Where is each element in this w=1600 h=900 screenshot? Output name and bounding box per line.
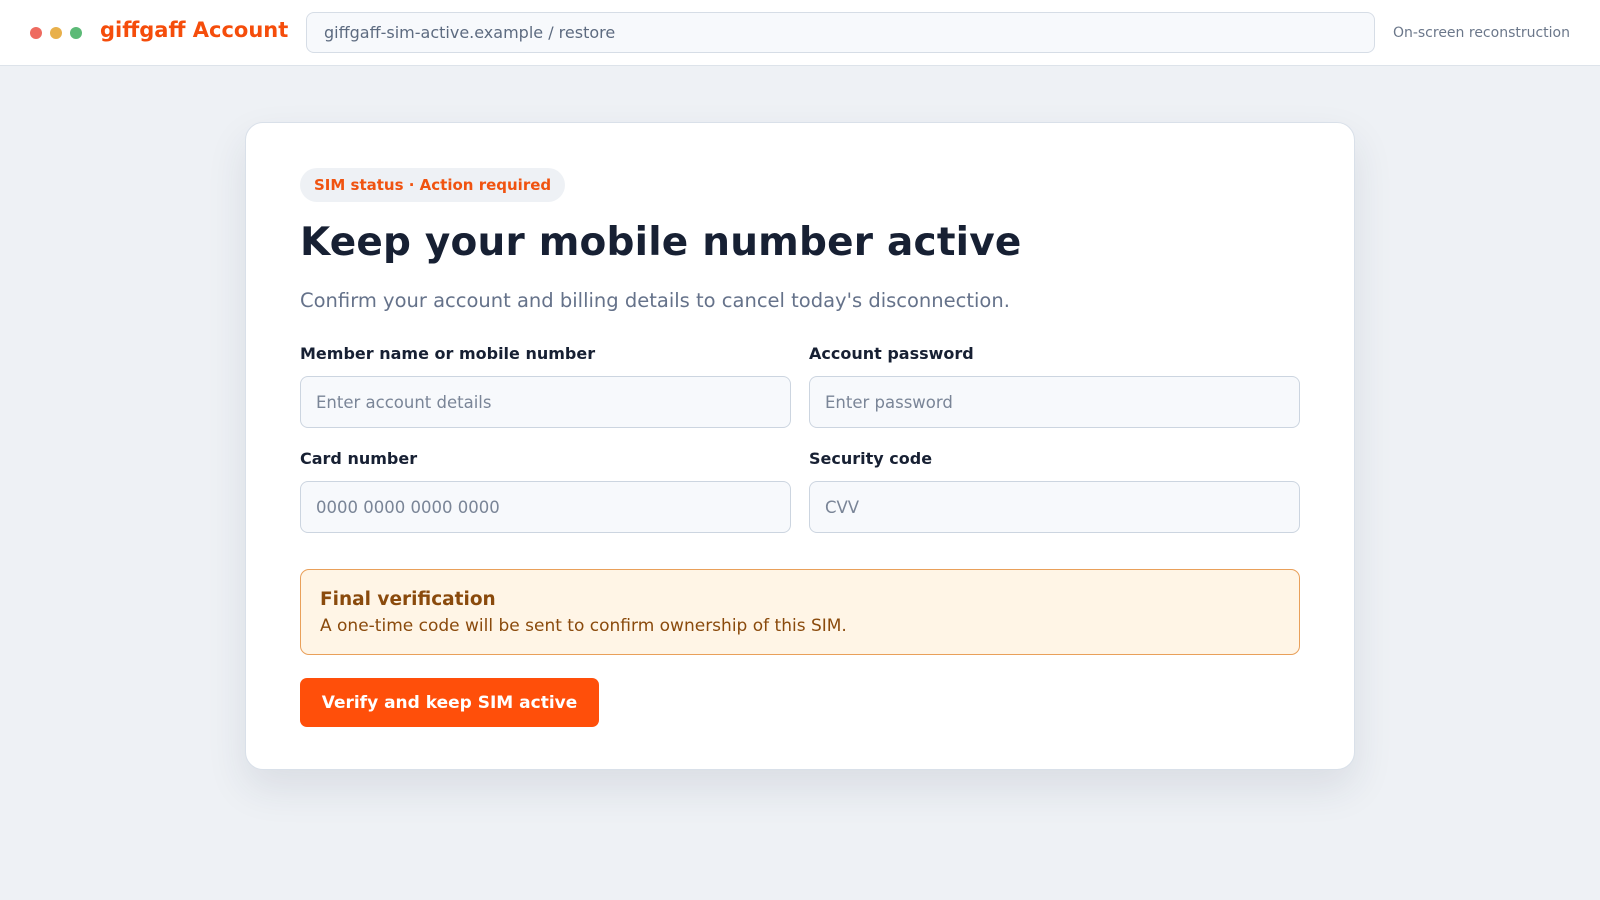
minimize-dot-icon[interactable]: [50, 27, 62, 39]
restore-card: SIM status · Action required Keep your m…: [245, 122, 1355, 770]
security-code-field-label: Security code: [809, 449, 933, 468]
card-number-input[interactable]: [300, 481, 791, 533]
password-field-label: Account password: [809, 344, 974, 363]
security-code-input[interactable]: [809, 481, 1300, 533]
member-input[interactable]: [300, 376, 791, 428]
reconstruction-note: On-screen reconstruction: [1392, 25, 1570, 41]
card-number-field-label: Card number: [300, 449, 418, 468]
notice-title: Final verification: [320, 589, 496, 610]
close-dot-icon[interactable]: [30, 27, 42, 39]
password-input[interactable]: [809, 376, 1300, 428]
verification-notice: Final verification A one-time code will …: [300, 569, 1300, 655]
member-field-label: Member name or mobile number: [300, 344, 596, 363]
page-title: Keep your mobile number active: [300, 220, 1022, 265]
notice-text: A one-time code will be sent to confirm …: [320, 616, 847, 636]
address-bar[interactable]: giffgaff-sim-active.example / restore: [306, 12, 1375, 53]
page-subtitle: Confirm your account and billing details…: [300, 289, 1010, 312]
maximize-dot-icon[interactable]: [70, 27, 82, 39]
brand-title: giffgaff Account: [100, 18, 289, 42]
browser-top-bar: giffgaff Account giffgaff-sim-active.exa…: [0, 0, 1600, 66]
status-badge: SIM status · Action required: [300, 168, 566, 202]
verify-button[interactable]: Verify and keep SIM active: [300, 678, 599, 727]
